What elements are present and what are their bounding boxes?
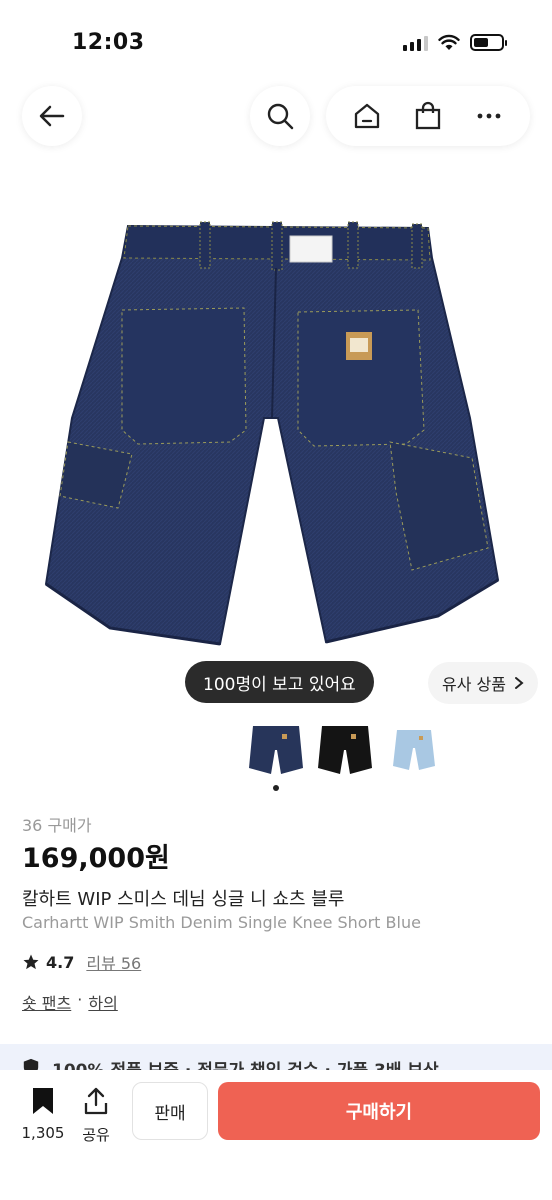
page-indicator-dot [273,785,279,791]
battery-icon [470,34,507,51]
sell-button[interactable]: 판매 [132,1082,208,1140]
rating-row: 4.7 리뷰 56 [22,950,141,974]
share-icon [84,1087,108,1115]
bookmark-count: 1,305 [21,1124,65,1142]
status-time: 12:03 [72,30,145,55]
category-link-bottoms[interactable]: 하의 [88,990,117,1014]
status-bar: 12:03 [0,0,552,80]
similar-products-button[interactable]: 유사 상품 [428,662,538,704]
thumbnail-blue-denim[interactable] [247,722,305,776]
buy-button[interactable]: 구매하기 [218,1082,540,1140]
more-dots-icon [477,113,501,119]
nav-action-group [326,86,530,146]
home-icon [354,103,379,129]
share-button[interactable]: 공유 [76,1086,116,1145]
cart-button[interactable] [403,91,453,141]
bookmark-button[interactable]: 1,305 [18,1086,68,1142]
back-button[interactable] [22,86,82,146]
star-icon [23,954,39,970]
search-button[interactable] [250,86,310,146]
more-button[interactable] [464,91,514,141]
review-link[interactable]: 리뷰 56 [86,950,141,974]
wifi-icon [438,34,460,50]
category-breadcrumb: 숏 팬츠 · 하의 [22,990,118,1014]
similar-products-label: 유사 상품 [442,675,506,694]
category-separator: · [77,990,83,1009]
buyer-count: 36 구매가 [22,816,92,835]
color-thumbnails [0,722,552,776]
shopping-bag-icon [415,101,441,130]
thumbnail-light-blue[interactable] [385,722,443,776]
rating-score: 4.7 [46,952,75,972]
thumbnail-black[interactable] [316,722,374,776]
product-image[interactable] [40,218,512,650]
cellular-signal-icon [403,35,428,51]
viewers-badge: 100명이 보고 있어요 [185,661,374,703]
share-label: 공유 [82,1126,110,1144]
arrow-left-icon [39,105,65,127]
search-icon [267,103,294,130]
status-icons [403,34,507,51]
bottom-action-bar: 1,305 공유 판매 구매하기 [0,1070,552,1200]
bookmark-icon [33,1088,53,1114]
home-button[interactable] [342,91,392,141]
product-title-korean: 칼하트 WIP 스미스 데님 싱글 니 쇼츠 블루 [22,889,345,910]
category-link-shorts[interactable]: 숏 팬츠 [22,990,71,1014]
product-title-english: Carhartt WIP Smith Denim Single Knee Sho… [22,913,421,932]
chevron-right-icon [514,677,524,689]
product-price: 169,000원 [22,843,170,874]
